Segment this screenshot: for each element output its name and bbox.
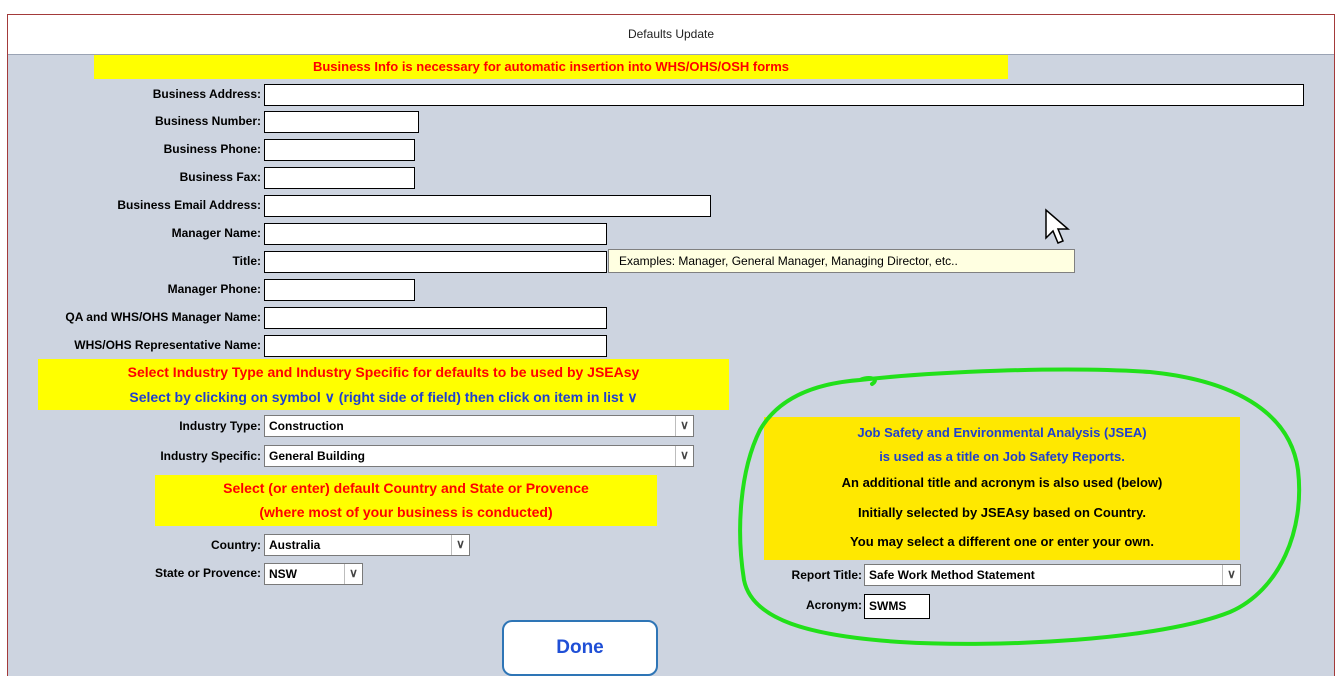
industry-specific-value: General Building: [269, 449, 366, 463]
industry-specific-label: Industry Specific:: [160, 449, 261, 463]
mouse-pointer-icon: [1045, 208, 1071, 244]
jsea-line3: An additional title and acronym is also …: [841, 475, 1163, 490]
manager-phone-field[interactable]: [264, 279, 415, 301]
done-button[interactable]: Done: [502, 620, 658, 676]
manager-phone-label: Manager Phone:: [167, 282, 261, 296]
business-phone-field[interactable]: [264, 139, 415, 161]
country-select[interactable]: Australia ∨: [264, 534, 470, 556]
industry-type-value: Construction: [269, 419, 344, 433]
state-value: NSW: [269, 567, 297, 581]
country-banner-line1: Select (or enter) default Country and St…: [223, 480, 589, 496]
whs-rep-name-label: WHS/OHS Representative Name:: [74, 338, 261, 352]
jsea-line4: Initially selected by JSEAsy based on Co…: [857, 505, 1146, 520]
industry-banner: Select Industry Type and Industry Specif…: [38, 359, 729, 410]
business-email-label: Business Email Address:: [117, 198, 261, 212]
industry-banner-line2: Select by clicking on symbol ∨ (right si…: [129, 389, 638, 405]
qa-manager-name-field[interactable]: [264, 307, 607, 329]
jsea-line5: You may select a different one or enter …: [850, 534, 1154, 549]
report-title-label: Report Title:: [791, 568, 862, 582]
jsea-line2: is used as a title on Job Safety Reports…: [879, 449, 1125, 464]
title-field[interactable]: [264, 251, 607, 273]
report-title-value: Safe Work Method Statement: [869, 568, 1035, 582]
business-number-label: Business Number:: [154, 114, 261, 128]
jsea-line1: Job Safety and Environmental Analysis (J…: [857, 425, 1147, 440]
window-title: Defaults Update: [8, 15, 1334, 55]
business-address-field[interactable]: [264, 84, 1304, 106]
business-info-banner: Business Info is necessary for automatic…: [94, 55, 1008, 79]
business-fax-field[interactable]: [264, 167, 415, 189]
qa-manager-name-label: QA and WHS/OHS Manager Name:: [65, 310, 261, 324]
title-label: Title:: [232, 254, 261, 268]
chevron-down-icon[interactable]: ∨: [344, 564, 362, 584]
chevron-down-icon[interactable]: ∨: [1222, 565, 1240, 585]
business-fax-label: Business Fax:: [179, 170, 261, 184]
chevron-down-icon[interactable]: ∨: [675, 446, 693, 466]
chevron-down-icon[interactable]: ∨: [675, 416, 693, 436]
manager-name-field[interactable]: [264, 223, 607, 245]
business-number-field[interactable]: [264, 111, 419, 133]
jsea-info-panel: Job Safety and Environmental Analysis (J…: [764, 417, 1240, 560]
business-address-label: Business Address:: [152, 87, 261, 101]
country-banner: Select (or enter) default Country and St…: [155, 475, 657, 526]
industry-type-label: Industry Type:: [179, 419, 261, 433]
defaults-update-window: Defaults Update Business Info is necessa…: [7, 14, 1335, 676]
acronym-field[interactable]: SWMS: [864, 594, 930, 619]
state-label: State or Provence:: [154, 566, 261, 580]
state-select[interactable]: NSW ∨: [264, 563, 363, 585]
title-examples-tooltip: Examples: Manager, General Manager, Mana…: [608, 249, 1075, 273]
industry-type-select[interactable]: Construction ∨: [264, 415, 694, 437]
manager-name-label: Manager Name:: [171, 226, 261, 240]
country-banner-line2: (where most of your business is conducte…: [259, 504, 553, 520]
industry-specific-select[interactable]: General Building ∨: [264, 445, 694, 467]
country-label: Country:: [211, 538, 261, 552]
chevron-down-icon[interactable]: ∨: [451, 535, 469, 555]
country-value: Australia: [269, 538, 321, 552]
business-email-field[interactable]: [264, 195, 711, 217]
whs-rep-name-field[interactable]: [264, 335, 607, 357]
acronym-label: Acronym:: [805, 598, 862, 612]
industry-banner-line1: Select Industry Type and Industry Specif…: [127, 364, 640, 380]
report-title-select[interactable]: Safe Work Method Statement ∨: [864, 564, 1241, 586]
business-phone-label: Business Phone:: [163, 142, 261, 156]
